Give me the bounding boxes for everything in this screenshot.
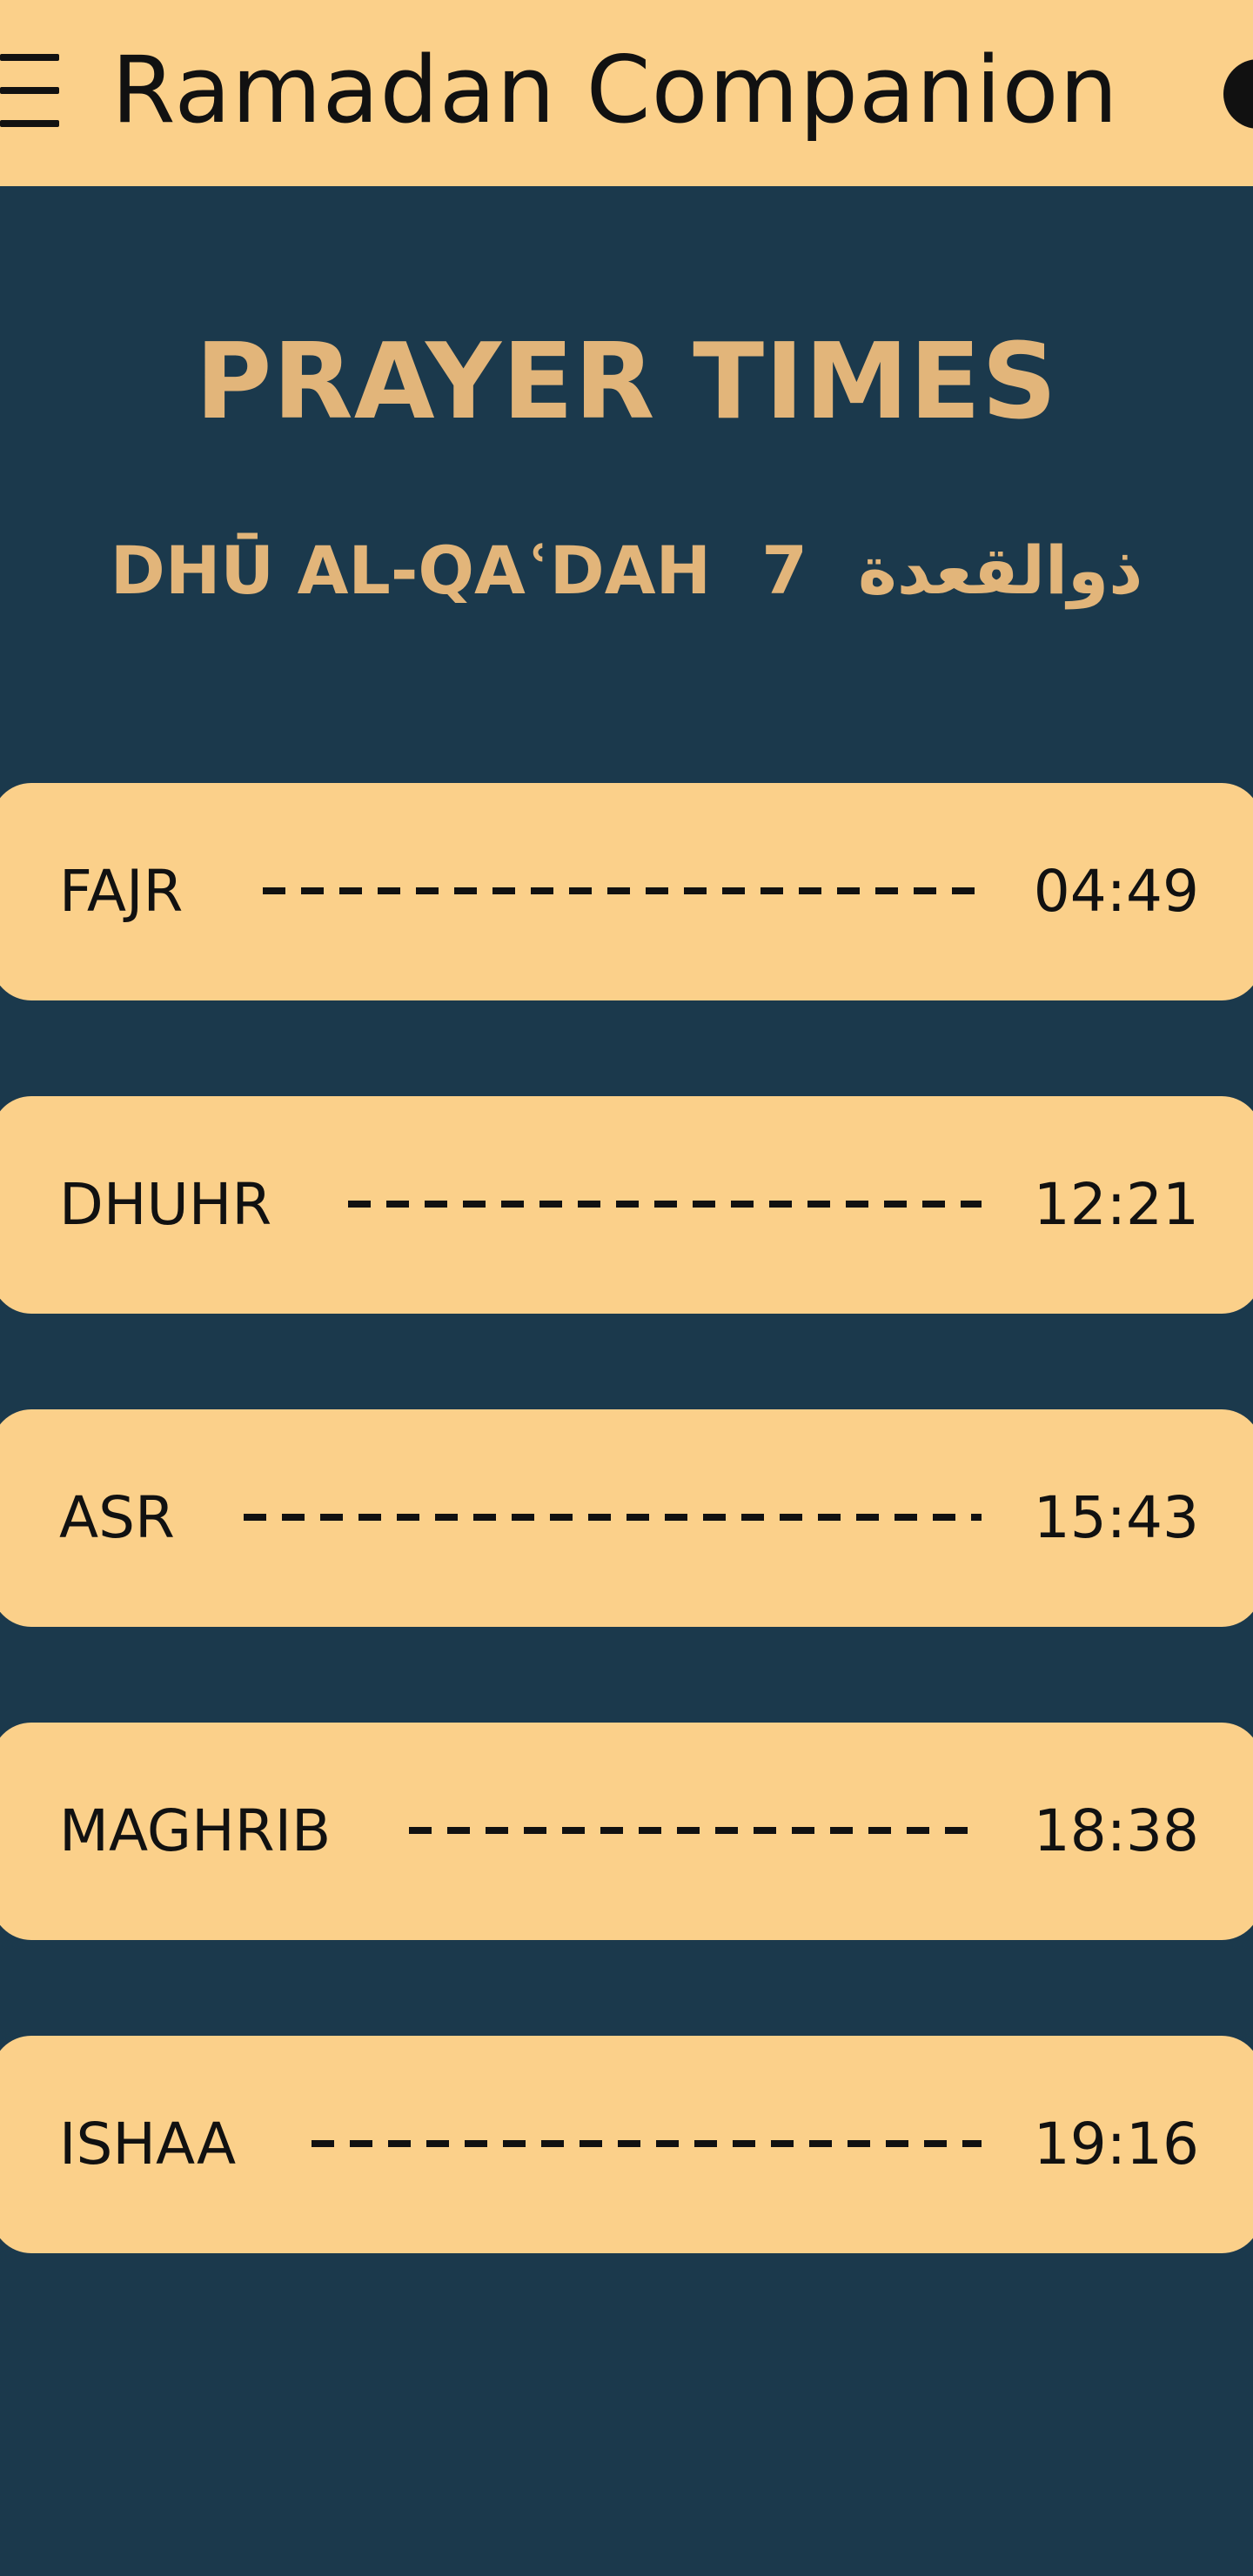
dashed-divider bbox=[263, 887, 982, 894]
hijri-month-latin: DHŪ AL-QAʿDAH bbox=[110, 532, 712, 609]
prayer-card-ishaa[interactable]: ISHAA 19:16 bbox=[0, 2036, 1253, 2253]
prayer-name: FAJR bbox=[59, 858, 184, 925]
prayer-card-asr[interactable]: ASR 15:43 bbox=[0, 1409, 1253, 1627]
page-title: PRAYER TIMES bbox=[195, 322, 1058, 443]
dashed-divider bbox=[409, 1827, 982, 1834]
prayer-name: ISHAA bbox=[59, 2111, 237, 2178]
prayer-card-dhuhr[interactable]: DHUHR 12:21 bbox=[0, 1096, 1253, 1314]
dashed-divider bbox=[348, 1201, 982, 1208]
prayer-time: 19:16 bbox=[1033, 2111, 1199, 2178]
dashed-divider bbox=[312, 2140, 982, 2147]
prayer-time: 12:21 bbox=[1033, 1171, 1199, 1238]
dashed-divider bbox=[244, 1514, 982, 1521]
prayer-time: 04:49 bbox=[1033, 858, 1199, 925]
hamburger-menu-icon[interactable] bbox=[0, 54, 61, 132]
app-header: Ramadan Companion bbox=[0, 0, 1253, 186]
prayer-name: DHUHR bbox=[59, 1171, 272, 1238]
hijri-date: DHŪ AL-QAʿDAH 7 ذوالقعدة bbox=[0, 527, 1253, 614]
theme-toggle-icon[interactable] bbox=[1223, 59, 1253, 129]
hijri-day: 7 bbox=[761, 532, 808, 609]
prayer-card-maghrib[interactable]: MAGHRIB 18:38 bbox=[0, 1723, 1253, 1940]
prayer-name: ASR bbox=[59, 1484, 175, 1551]
prayer-name: MAGHRIB bbox=[59, 1797, 332, 1864]
prayer-time: 15:43 bbox=[1033, 1484, 1199, 1551]
prayer-time: 18:38 bbox=[1033, 1797, 1199, 1864]
hijri-month-arabic: ذوالقعدة bbox=[858, 532, 1143, 609]
app-title: Ramadan Companion bbox=[111, 37, 1119, 144]
prayer-card-fajr[interactable]: FAJR 04:49 bbox=[0, 783, 1253, 1000]
